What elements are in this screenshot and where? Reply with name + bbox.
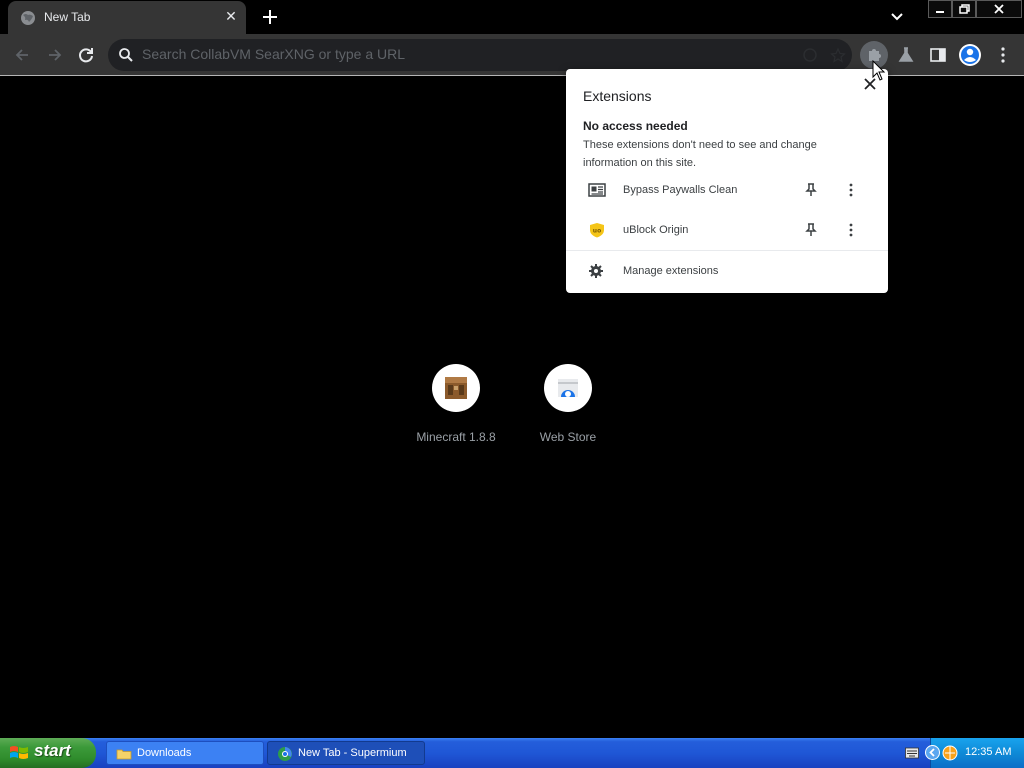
start-label: start: [34, 741, 71, 760]
tab-title: New Tab: [44, 10, 91, 24]
shortcut-label: Web Store: [539, 430, 597, 444]
svg-text:uo: uo: [593, 228, 601, 235]
window-controls: [928, 0, 1024, 18]
share-icon[interactable]: [802, 47, 818, 63]
minimize-icon: [936, 11, 944, 13]
browser-icon: [278, 747, 292, 761]
extensions-popup: Extensions No access needed These extens…: [566, 69, 888, 293]
taskbar-item-downloads[interactable]: Downloads: [106, 741, 264, 765]
section-description: These extensions don't need to see and c…: [583, 139, 817, 169]
shortcut-tile: [432, 364, 480, 412]
system-tray: 12:35 AM: [925, 738, 1024, 768]
back-icon[interactable]: [11, 44, 33, 66]
bookmark-star-icon[interactable]: [830, 47, 846, 63]
extension-row-bypass-paywalls[interactable]: Bypass Paywalls Clean: [566, 170, 888, 210]
folder-icon: [116, 749, 132, 760]
tab-strip: New Tab ✕: [0, 0, 1024, 34]
web-store-icon: [558, 379, 578, 397]
extension-name: Bypass Paywalls Clean: [623, 184, 738, 196]
omnibox-placeholder: Search CollabVM SearXNG or type a URL: [142, 46, 405, 62]
taskbar-item-new-tab-supermium[interactable]: New Tab - Supermium: [267, 741, 425, 765]
reload-icon[interactable]: [75, 44, 97, 66]
clock: 12:35 AM: [965, 746, 1012, 758]
show-hidden-icons-chevron-icon[interactable]: [925, 745, 940, 760]
close-window-button[interactable]: [976, 0, 1022, 18]
start-button[interactable]: start: [0, 738, 96, 768]
search-icon: [119, 48, 133, 62]
tab-new-tab[interactable]: New Tab ✕: [8, 1, 246, 34]
ublock-shield-icon: uo: [590, 223, 604, 238]
crafting-table-icon: [445, 377, 467, 399]
manage-extensions-label: Manage extensions: [623, 265, 719, 277]
manage-extensions-row[interactable]: Manage extensions: [566, 252, 888, 290]
forward-icon[interactable]: [44, 44, 66, 66]
newspaper-icon: [588, 183, 606, 197]
tab-search-chevron-icon[interactable]: [886, 6, 908, 28]
minimize-button[interactable]: [928, 0, 952, 18]
windows-flag-icon: [10, 746, 28, 759]
tab-close-button[interactable]: ✕: [222, 8, 240, 26]
pin-icon[interactable]: [804, 222, 818, 238]
pin-icon[interactable]: [804, 182, 818, 198]
more-options-icon[interactable]: [844, 222, 858, 238]
taskbar: start Downloads New Tab - Supermium 12:3…: [0, 738, 1024, 768]
menu-kebab-icon[interactable]: [992, 44, 1014, 66]
keyboard-icon[interactable]: [905, 747, 919, 759]
shortcut-web-store[interactable]: Web Store: [512, 364, 624, 454]
new-tab-button[interactable]: [258, 5, 282, 29]
task-label: Downloads: [137, 747, 192, 759]
popup-divider: [566, 250, 888, 251]
omnibox[interactable]: Search CollabVM SearXNG or type a URL: [108, 39, 852, 71]
side-panel-icon[interactable]: [927, 44, 949, 66]
restore-icon: [959, 4, 970, 14]
more-options-icon[interactable]: [844, 182, 858, 198]
popup-title: Extensions: [583, 88, 652, 104]
gear-icon: [589, 264, 603, 278]
mouse-cursor-icon: [872, 60, 886, 81]
shortcut-label: Minecraft 1.8.8: [416, 430, 496, 444]
screen: New Tab ✕ Search CollabVM SearXNG or typ…: [0, 0, 1024, 768]
restore-button[interactable]: [952, 0, 976, 18]
labs-flask-icon[interactable]: [895, 44, 917, 66]
network-globe-icon[interactable]: [942, 745, 958, 761]
close-icon: [994, 4, 1004, 14]
task-label: New Tab - Supermium: [298, 747, 407, 759]
extension-name: uBlock Origin: [623, 224, 689, 236]
profile-avatar-icon[interactable]: [958, 43, 982, 67]
shortcut-tile: [544, 364, 592, 412]
shortcut-minecraft[interactable]: Minecraft 1.8.8: [400, 364, 512, 454]
section-title: No access needed: [583, 119, 688, 133]
globe-icon: [21, 11, 35, 25]
extension-row-ublock-origin[interactable]: uo uBlock Origin: [566, 210, 888, 250]
